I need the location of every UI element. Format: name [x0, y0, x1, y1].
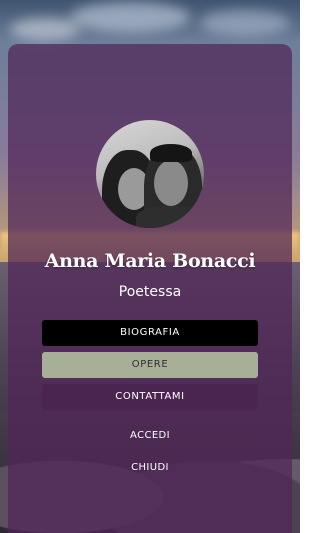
accedi-link[interactable]: ACCEDI	[0, 430, 300, 441]
contattami-button[interactable]: CONTATTAMI	[42, 384, 258, 410]
opere-button[interactable]: OPERE	[42, 352, 258, 378]
avatar-photo	[96, 120, 204, 228]
screen: Anna Maria Bonacci Poetessa BIOGRAFIA OP…	[0, 0, 300, 533]
profile-name: Anna Maria Bonacci	[44, 250, 256, 272]
avatar-person-right-hair	[150, 144, 192, 162]
profile-role: Poetessa	[118, 284, 182, 300]
chiudi-link[interactable]: CHIUDI	[0, 462, 300, 473]
biografia-button[interactable]: BIOGRAFIA	[42, 320, 258, 346]
avatar-shoulder	[136, 206, 204, 228]
avatar-person-right-face	[154, 160, 188, 206]
background-cloud	[200, 10, 290, 36]
background-cloud	[10, 18, 80, 40]
background-cloud	[70, 2, 190, 32]
